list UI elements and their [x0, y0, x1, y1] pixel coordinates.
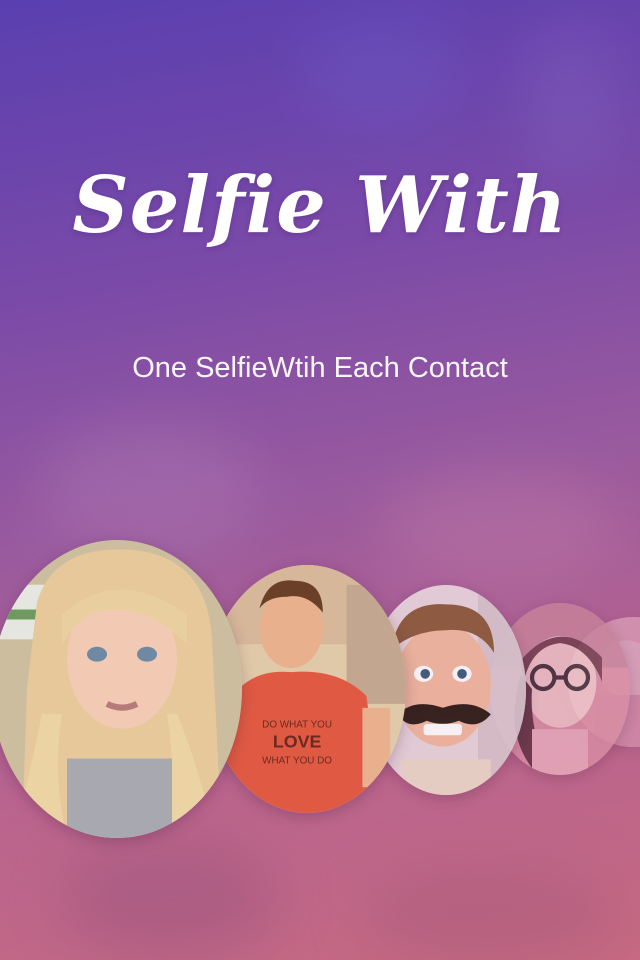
background-blur-blob: [360, 860, 620, 960]
background-blur-blob: [520, 20, 620, 180]
woman-blonde-avatar[interactable]: [0, 540, 242, 838]
app-title: Selfie With: [72, 160, 568, 251]
shirt-text-line: WHAT YOU DO: [262, 755, 332, 766]
background-blur-blob: [300, 10, 460, 130]
shirt-text-line: DO WHAT YOU: [262, 720, 332, 731]
background-blur-blob: [40, 420, 260, 560]
shirt-text-line: LOVE: [273, 732, 322, 752]
intro-screen: Selfie With One SelfieWtih Each Contact: [0, 0, 640, 960]
app-tagline: One SelfieWtih Each Contact: [132, 352, 508, 384]
background-blur-blob: [380, 470, 620, 590]
background-blur-blob: [60, 840, 280, 960]
